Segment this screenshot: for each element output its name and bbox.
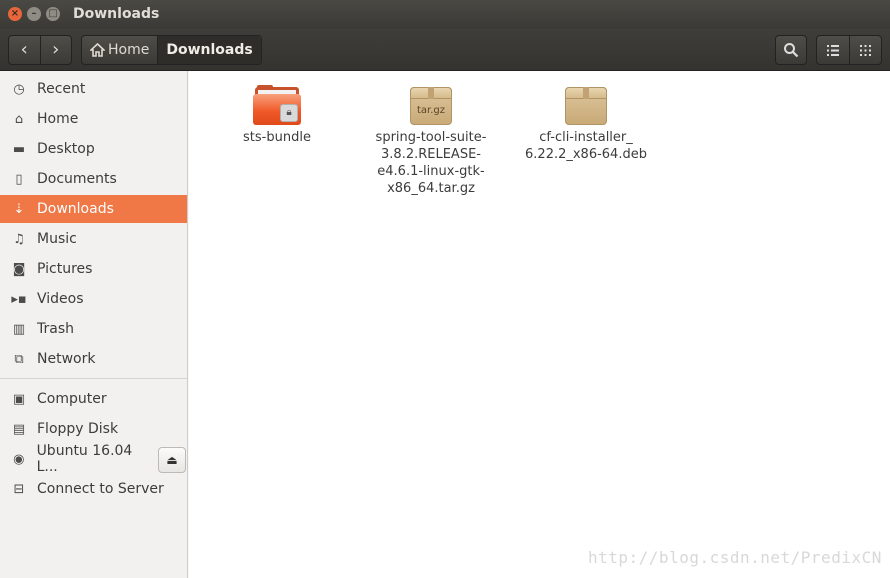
- file-item-cf-cli-installer[interactable]: cf-cli-installer_ 6.22.2_x86-64.deb: [518, 85, 654, 163]
- floppy-icon: ▤: [12, 421, 26, 437]
- sidebar-item-label: Ubuntu 16.04 L...: [36, 443, 133, 475]
- lock-icon: 🔒︎: [280, 104, 298, 122]
- server-icon: ⊟: [13, 481, 25, 497]
- video-icon: ▸▪: [11, 291, 27, 307]
- sidebar-item-connect-to-server[interactable]: ⊟ Connect to Server: [0, 475, 187, 503]
- folder-locked-icon: 🔒︎: [253, 85, 301, 125]
- grid-view-button[interactable]: [848, 36, 882, 64]
- computer-icon: ▣: [12, 391, 26, 407]
- file-name-line: x86_64.tar.gz: [387, 181, 475, 196]
- sidebar-item-label: Computer: [37, 391, 107, 407]
- eject-icon: ⏏: [166, 453, 178, 467]
- breadcrumb-downloads[interactable]: Downloads: [157, 36, 261, 64]
- sidebar-item-computer[interactable]: ▣ Computer: [0, 385, 187, 413]
- document-icon: ▯: [15, 171, 23, 187]
- sidebar-item-label: Videos: [37, 291, 84, 307]
- file-name-line: 6.22.2_x86-64.deb: [525, 147, 647, 162]
- sidebar-item-label: Floppy Disk: [37, 421, 119, 437]
- archive-icon: tar.gz: [407, 85, 455, 125]
- sidebar-item-trash[interactable]: ▥ Trash: [0, 315, 187, 343]
- file-name: sts-bundle: [243, 130, 311, 145]
- breadcrumb-home[interactable]: Home: [82, 36, 157, 64]
- file-name: spring-tool-suite- 3.8.2.RELEASE- e4.6.1…: [363, 129, 499, 197]
- sidebar-item-label: Documents: [37, 171, 117, 187]
- file-item-spring-tool-suite[interactable]: tar.gz spring-tool-suite- 3.8.2.RELEASE-…: [363, 85, 499, 197]
- grid-view-icon: [859, 45, 871, 56]
- sidebar-item-recent[interactable]: ◷ Recent: [0, 75, 187, 103]
- search-icon: [784, 43, 799, 58]
- list-view-icon: [826, 45, 839, 56]
- watermark: http://blog.csdn.net/PredixCN: [588, 548, 882, 567]
- download-icon: ⇣: [13, 201, 25, 217]
- title-bar: × – □ Downloads: [0, 0, 890, 29]
- home-icon: [90, 43, 105, 57]
- sidebar-item-documents[interactable]: ▯ Documents: [0, 165, 187, 193]
- disc-icon: ◉: [13, 451, 25, 467]
- sidebar-item-network[interactable]: ⧉ Network: [0, 345, 187, 373]
- file-name-line: cf-cli-installer_: [539, 130, 633, 145]
- clock-icon: ◷: [13, 81, 25, 97]
- camera-icon: ◙: [12, 261, 26, 277]
- toolbar: ‹ › Home Downloads: [0, 29, 890, 71]
- sidebar-item-floppy-disk[interactable]: ▤ Floppy Disk: [0, 415, 187, 443]
- maximize-window-button[interactable]: □: [46, 7, 60, 21]
- file-name-line: 3.8.2.RELEASE-: [381, 147, 481, 162]
- folder-icon: ▬: [12, 141, 26, 157]
- music-icon: ♫: [13, 231, 25, 247]
- sidebar-item-music[interactable]: ♫ Music: [0, 225, 187, 253]
- home-icon: ⌂: [14, 111, 24, 127]
- sidebar-item-label: Home: [37, 111, 79, 127]
- file-name-line: spring-tool-suite-: [375, 130, 487, 145]
- sidebar-item-label: Pictures: [37, 261, 93, 277]
- eject-button[interactable]: ⏏: [158, 447, 186, 473]
- sidebar-item-label: Downloads: [37, 201, 114, 217]
- trash-icon: ▥: [12, 321, 26, 337]
- sidebar-item-label: Recent: [37, 81, 86, 97]
- sidebar-divider: [0, 378, 187, 379]
- archive-type-label: tar.gz: [416, 105, 446, 116]
- package-icon: [562, 85, 610, 125]
- window-title: Downloads: [73, 6, 160, 22]
- forward-button[interactable]: ›: [39, 36, 72, 64]
- nav-button-group: ‹ ›: [8, 35, 72, 65]
- search-button[interactable]: [775, 35, 807, 65]
- close-window-button[interactable]: ×: [8, 7, 22, 21]
- sidebar-item-ubuntu-disc[interactable]: ◉ Ubuntu 16.04 L...: [0, 443, 155, 475]
- view-toggle-group: [816, 35, 882, 65]
- sidebar-item-label: Trash: [37, 321, 74, 337]
- list-view-button[interactable]: [817, 36, 849, 64]
- breadcrumb: Home Downloads: [81, 35, 262, 65]
- sidebar-item-desktop[interactable]: ▬ Desktop: [0, 135, 187, 163]
- file-name: cf-cli-installer_ 6.22.2_x86-64.deb: [518, 129, 654, 163]
- sidebar-item-home[interactable]: ⌂ Home: [0, 105, 187, 133]
- sidebar-item-label: Music: [37, 231, 77, 247]
- breadcrumb-home-label: Home: [108, 42, 150, 58]
- file-item-sts-bundle[interactable]: 🔒︎ sts-bundle: [209, 85, 345, 146]
- file-name-line: e4.6.1-linux-gtk-: [377, 164, 485, 179]
- sidebar-item-label: Connect to Server: [37, 481, 164, 497]
- minimize-window-button[interactable]: –: [27, 7, 41, 21]
- back-button[interactable]: ‹: [9, 36, 40, 64]
- sidebar-item-videos[interactable]: ▸▪ Videos: [0, 285, 187, 313]
- sidebar-item-label: Desktop: [37, 141, 95, 157]
- sidebar-item-downloads[interactable]: ⇣ Downloads: [0, 195, 187, 223]
- network-icon: ⧉: [14, 351, 24, 367]
- file-view: 🔒︎ sts-bundle tar.gz spring-tool-suite- …: [189, 71, 890, 578]
- sidebar: ◷ Recent ⌂ Home ▬ Desktop ▯ Documents ⇣ …: [0, 71, 188, 578]
- sidebar-item-label: Network: [37, 351, 96, 367]
- sidebar-item-pictures[interactable]: ◙ Pictures: [0, 255, 187, 283]
